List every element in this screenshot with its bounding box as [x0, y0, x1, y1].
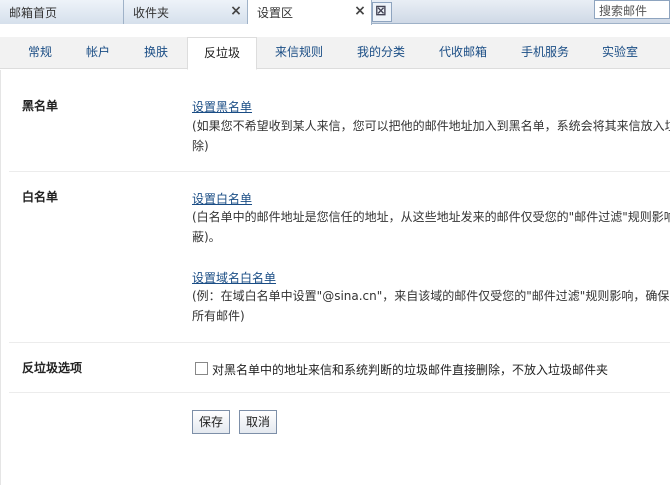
window-tab-label: 设置区 [257, 6, 294, 20]
window-tab-label: 邮箱首页 [9, 6, 58, 20]
close-all-tabs-button[interactable]: ⊠ [372, 2, 392, 22]
blacklist-title: 黑名单 [22, 99, 59, 113]
close-icon[interactable]: × [229, 4, 243, 19]
delete-spam-checkbox[interactable] [195, 362, 208, 375]
window-tab-bar: 邮箱首页 收件夹 × 设置区 × ⊠ 搜索邮件 [0, 0, 670, 25]
window-tab-settings[interactable]: 设置区 × [248, 0, 372, 25]
tab-general[interactable]: 常规 [13, 37, 67, 69]
whitelist-title: 白名单 [22, 190, 59, 204]
set-blacklist-link[interactable]: 设置黑名单 [192, 98, 252, 115]
whitelist-desc-line: 蔽)。 [192, 230, 221, 244]
antispam-options-title: 反垃圾选项 [22, 361, 83, 375]
tab-collect-mailbox[interactable]: 代收邮箱 [425, 37, 501, 69]
whitelist-description: (白名单中的邮件地址是您信任的地址，从这些地址发来的邮件仅受您的"邮件过滤"规则… [192, 207, 670, 247]
close-icon[interactable]: × [353, 4, 367, 19]
divider [9, 392, 670, 393]
blacklist-desc-line: (如果您不希望收到某人来信，您可以把他的邮件地址加入到黑名单，系统会将其来信放入… [192, 119, 670, 133]
whitelist-desc-line: (白名单中的邮件地址是您信任的地址，从这些地址发来的邮件仅受您的"邮件过滤"规则… [192, 210, 670, 224]
tab-lab[interactable]: 实验室 [589, 37, 651, 69]
window-tab-mail-home[interactable]: 邮箱首页 [0, 0, 124, 24]
settings-tab-bar: 常规 帐户 换肤 反垃圾 来信规则 我的分类 代收邮箱 手机服务 实验室 [0, 37, 670, 70]
search-placeholder: 搜索邮件 [599, 4, 648, 18]
divider [9, 342, 670, 343]
window-tab-inbox[interactable]: 收件夹 × [124, 0, 248, 24]
set-whitelist-link[interactable]: 设置白名单 [192, 190, 252, 207]
search-input[interactable]: 搜索邮件 [594, 0, 670, 19]
delete-spam-checkbox-label[interactable]: 对黑名单中的地址来信和系统判断的垃圾邮件直接删除，不放入垃圾邮件夹 [212, 361, 608, 378]
cancel-button[interactable]: 取消 [239, 410, 278, 434]
save-button[interactable]: 保存 [192, 410, 231, 434]
tab-mail-rules[interactable]: 来信规则 [261, 37, 337, 69]
set-domain-whitelist-link[interactable]: 设置域名白名单 [192, 269, 276, 286]
divider [9, 171, 670, 172]
blacklist-desc-line: 除) [192, 139, 209, 153]
tab-my-categories[interactable]: 我的分类 [343, 37, 419, 69]
domain-whitelist-desc-line: (例：在域白名单中设置"@sina.cn"，来自该域的邮件仅受您的"邮件过滤"规… [192, 289, 670, 303]
window-tab-label: 收件夹 [133, 6, 170, 20]
tab-account[interactable]: 帐户 [71, 37, 125, 69]
tab-mobile-service[interactable]: 手机服务 [507, 37, 583, 69]
close-all-icon: ⊠ [375, 3, 387, 19]
settings-content: 黑名单 设置黑名单 (如果您不希望收到某人来信，您可以把他的邮件地址加入到黑名单… [0, 70, 670, 485]
tab-skin[interactable]: 换肤 [129, 37, 183, 69]
domain-whitelist-description: (例：在域白名单中设置"@sina.cn"，来自该域的邮件仅受您的"邮件过滤"规… [192, 286, 670, 326]
tab-antispam[interactable]: 反垃圾 [187, 37, 257, 70]
domain-whitelist-desc-line: 所有邮件) [192, 309, 245, 323]
blacklist-description: (如果您不希望收到某人来信，您可以把他的邮件地址加入到黑名单，系统会将其来信放入… [192, 116, 670, 156]
